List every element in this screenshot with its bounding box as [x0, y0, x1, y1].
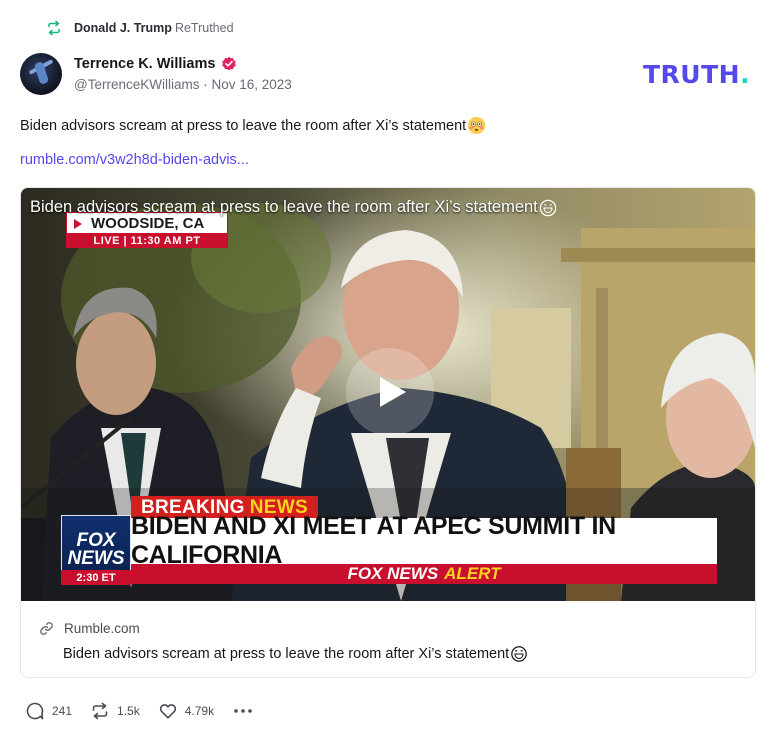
avatar[interactable] [20, 53, 62, 95]
author-info: Terrence K. Williams @TerrenceKWilliams … [74, 56, 292, 92]
reply-button[interactable]: 241 [25, 701, 72, 721]
news-alert-bar: FOX NEWS ALERT [131, 564, 717, 584]
video-thumbnail[interactable]: WOODSIDE, CA LIVE | 11:30 AM PT Biden ad… [21, 188, 755, 601]
retruth-count: 1.5k [117, 704, 140, 718]
fox-time-label: 2:30 ET [61, 570, 131, 585]
link-preview-card[interactable]: WOODSIDE, CA LIVE | 11:30 AM PT Biden ad… [20, 187, 756, 678]
verified-badge-icon [222, 56, 237, 71]
card-title-text: Biden advisors scream at press to leave … [63, 646, 510, 662]
logo-text: TRUTH [643, 60, 741, 89]
retruth-button[interactable]: 1.5k [90, 701, 140, 721]
post-text: Biden advisors scream at press to leave … [20, 117, 467, 134]
post-external-link[interactable]: rumble.com/v3w2h8d-biden-advis... [20, 152, 249, 168]
grinning-sweat-emoji [539, 199, 557, 216]
card-source: Rumble.com [39, 621, 140, 636]
card-footer: Rumble.com Biden advisors scream at pres… [21, 601, 755, 677]
heart-icon [159, 704, 176, 719]
truth-social-logo[interactable]: TRUTH. [643, 60, 750, 89]
flushed-face-emoji [468, 116, 486, 135]
retruth-banner: Donald J. Trump ReTruthed [46, 18, 234, 38]
grinning-sweat-emoji [511, 646, 528, 662]
video-title-text: Biden advisors scream at press to leave … [30, 198, 538, 216]
location-tag: WOODSIDE, CA LIVE | 11:30 AM PT [66, 212, 228, 248]
reply-count: 241 [52, 704, 73, 718]
location-text: WOODSIDE, CA [91, 214, 205, 232]
meta-separator: · [203, 77, 212, 92]
post-body: Biden advisors scream at press to leave … [20, 116, 486, 135]
logo-dot: . [740, 60, 751, 89]
author-display-name[interactable]: Terrence K. Williams [74, 56, 215, 72]
like-count: 4.79k [184, 704, 215, 718]
retruth-label: ReTruthed [174, 21, 234, 35]
more-options-button[interactable] [232, 701, 261, 721]
play-icon [380, 377, 406, 407]
post-date[interactable]: Nov 16, 2023 [212, 77, 292, 92]
card-title: Biden advisors scream at press to leave … [63, 645, 528, 663]
alert-word: ALERT [444, 564, 501, 583]
fox-logo-line1: FOX [76, 529, 116, 551]
video-title: Biden advisors scream at press to leave … [30, 198, 557, 217]
fox-logo-line2: NEWS [67, 547, 125, 569]
author-meta: @TerrenceKWilliams · Nov 16, 2023 [74, 77, 292, 92]
link-icon [40, 622, 53, 635]
more-icon [234, 709, 252, 713]
author-handle[interactable]: @TerrenceKWilliams [74, 77, 199, 92]
card-source-text: Rumble.com [64, 621, 140, 636]
post-actions: 241 1.5k 4.79k [25, 700, 279, 722]
alert-prefix: FOX NEWS [347, 564, 439, 583]
retruth-icon [48, 20, 60, 36]
reply-icon [26, 702, 44, 720]
post-author-header: Terrence K. Williams @TerrenceKWilliams … [20, 53, 292, 95]
retruth-icon [92, 702, 108, 720]
retruth-user-link[interactable]: Donald J. Trump [74, 21, 172, 35]
news-headline: BIDEN AND XI MEET AT APEC SUMMIT IN CALI… [131, 512, 717, 569]
play-button[interactable] [346, 348, 434, 436]
like-button[interactable]: 4.79k [158, 701, 214, 721]
live-time-text: LIVE | 11:30 AM PT [66, 234, 228, 248]
